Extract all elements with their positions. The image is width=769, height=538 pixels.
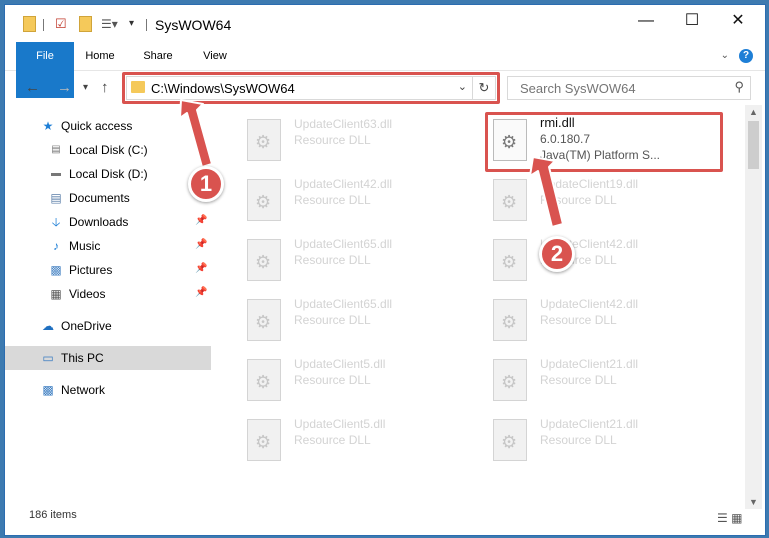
callout-badge-1: 1 [188, 166, 224, 202]
callout-badge-2: 2 [539, 236, 575, 272]
arrow-one [179, 99, 213, 168]
callout-arrows [179, 99, 564, 228]
arrow-two [529, 156, 564, 228]
